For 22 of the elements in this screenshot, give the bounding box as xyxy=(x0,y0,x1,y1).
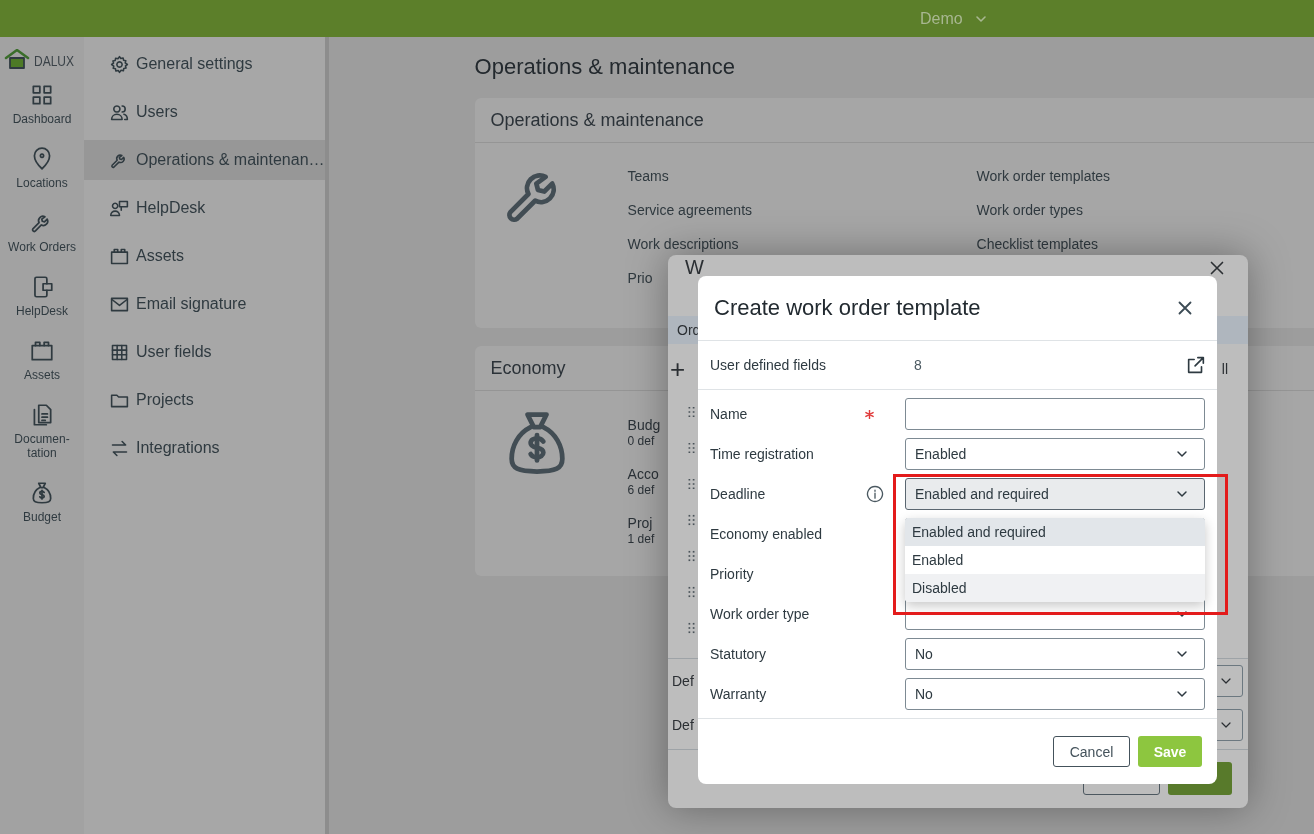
logo-text: DALUX xyxy=(34,52,75,69)
dialog-title: Create work order template xyxy=(714,295,981,321)
field-label: Def xyxy=(672,673,694,689)
field-label: Def xyxy=(672,717,694,733)
field-label: Statutory xyxy=(710,646,768,662)
field-label: Name xyxy=(710,406,749,422)
field-label: User defined fields xyxy=(710,357,827,373)
field-label: Work order type xyxy=(710,606,811,622)
economy-detail: 6 def xyxy=(627,483,656,498)
toolbar-text: ll xyxy=(1221,361,1228,377)
economy-detail: 1 def xyxy=(627,532,656,547)
field-label: Time registration xyxy=(710,446,815,462)
economy-detail: 0 def xyxy=(627,434,656,449)
field-value: 8 xyxy=(913,357,923,373)
card-title: Operations & maintenance xyxy=(490,109,704,131)
field-label: Economy enabled xyxy=(710,526,824,542)
page-title: Operations & maintenance xyxy=(474,53,737,81)
field-label: Priority xyxy=(710,566,755,582)
field-label: Warranty xyxy=(710,686,768,702)
field-label: Deadline xyxy=(710,486,767,502)
card-title: Economy xyxy=(490,357,566,379)
dialog-title: W xyxy=(685,257,704,277)
